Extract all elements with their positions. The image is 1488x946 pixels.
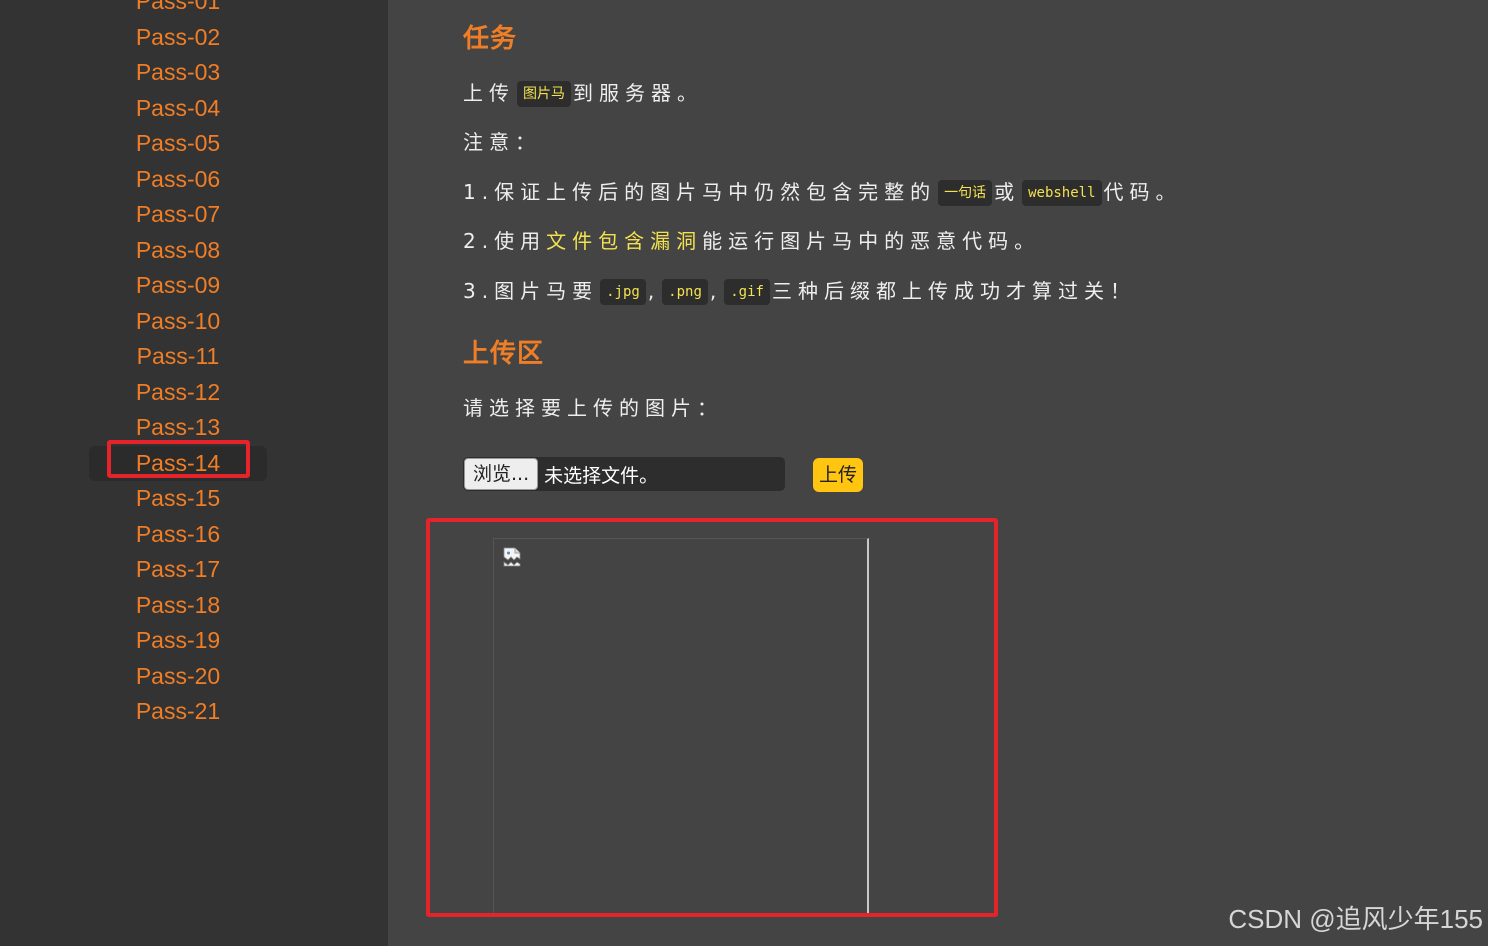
sidebar-item-label: Pass-03 bbox=[135, 59, 221, 85]
note3-sep-1: , bbox=[647, 279, 661, 303]
sidebar-item-label: Pass-17 bbox=[135, 556, 221, 582]
note1-or: 或 bbox=[994, 180, 1021, 204]
note3-prefix: 3.图片马要 bbox=[463, 279, 599, 303]
sidebar-item-label: Pass-10 bbox=[135, 307, 221, 334]
note-line-1: 1.保证上传后的图片马中仍然包含完整的 一句话或 webshell 代码。 bbox=[463, 177, 1182, 207]
code-jpg: .jpg bbox=[600, 279, 646, 305]
csdn-watermark: CSDN @追风少年155 bbox=[1228, 904, 1483, 934]
note1-suffix: 代码。 bbox=[1103, 180, 1182, 204]
sidebar-item-pass-05[interactable]: Pass-05 bbox=[0, 126, 388, 162]
sidebar-item-label: Pass-02 bbox=[135, 23, 221, 50]
sidebar-item-label: Pass-13 bbox=[135, 414, 221, 440]
sidebar-item-pass-11[interactable]: Pass-11 bbox=[0, 339, 388, 375]
sidebar-item-pass-09[interactable]: Pass-09 bbox=[0, 268, 388, 304]
upload-button[interactable]: 上传 bbox=[813, 458, 864, 492]
sidebar-item-label: Pass-11 bbox=[136, 343, 220, 369]
uploaded-image-preview bbox=[493, 538, 869, 914]
pass-nav-list: Pass-01 Pass-02 Pass-03 Pass-04 Pass-05 Pass-… bbox=[0, 0, 388, 730]
sidebar-item-pass-16[interactable]: Pass-16 bbox=[0, 517, 388, 553]
sidebar-item-pass-21[interactable]: Pass-21 bbox=[0, 694, 388, 730]
note2-suffix: 能运行图片马中的恶意代码。 bbox=[702, 229, 1041, 253]
sidebar-item-pass-06[interactable]: Pass-06 bbox=[0, 162, 388, 198]
task-title: 任务 bbox=[463, 24, 518, 54]
file-input[interactable]: 浏览... 未选择文件。 bbox=[463, 457, 785, 491]
sidebar-item-pass-12[interactable]: Pass-12 bbox=[0, 375, 388, 411]
main-content: 任务 上传 图片马 到服务器。 注意： 1.保证上传后的图片马中仍然包含完整的 一句话… bbox=[388, 0, 1488, 946]
code-one-liner: 一句话 bbox=[938, 180, 993, 206]
sidebar-item-label: Pass-19 bbox=[135, 627, 221, 653]
broken-image-icon bbox=[503, 547, 521, 567]
code-webshell: webshell bbox=[1022, 180, 1102, 206]
note-line-3: 3.图片马要 .jpg, .png, .gif 三种后缀都上传成功才算过关！ bbox=[463, 276, 1136, 306]
sidebar-item-pass-10[interactable]: Pass-10 bbox=[0, 304, 388, 340]
upload-area-title: 上传区 bbox=[463, 339, 545, 369]
note3-suffix: 三种后缀都上传成功才算过关！ bbox=[771, 279, 1136, 303]
sidebar-item-pass-03[interactable]: Pass-03 bbox=[0, 55, 388, 91]
note-label: 注意： bbox=[463, 130, 541, 154]
sidebar-item-label: Pass-01 bbox=[135, 0, 221, 14]
no-file-selected-label: 未选择文件。 bbox=[544, 464, 659, 487]
note2-prefix: 2.使用 bbox=[463, 229, 547, 253]
sidebar-item-label: Pass-04 bbox=[135, 94, 221, 121]
note-line-2: 2.使用文件包含漏洞能运行图片马中的恶意代码。 bbox=[463, 226, 1040, 256]
sidebar-item-label: Pass-06 bbox=[135, 165, 221, 192]
code-png: .png bbox=[662, 279, 708, 305]
sidebar-item-pass-08[interactable]: Pass-08 bbox=[0, 233, 388, 269]
task-line1-suffix: 到服务器。 bbox=[573, 81, 703, 105]
sidebar-item-label: Pass-21 bbox=[135, 698, 221, 724]
sidebar-item-pass-18[interactable]: Pass-18 bbox=[0, 588, 388, 624]
sidebar-item-label: Pass-18 bbox=[135, 591, 221, 618]
task-line-upload: 上传 图片马 到服务器。 bbox=[463, 78, 703, 108]
sidebar-item-label: Pass-07 bbox=[135, 201, 221, 227]
sidebar-item-label: Pass-14 bbox=[89, 445, 267, 481]
sidebar-item-pass-20[interactable]: Pass-20 bbox=[0, 659, 388, 695]
upload-prompt: 请选择要上传的图片： bbox=[463, 396, 723, 420]
sidebar-item-label: Pass-20 bbox=[135, 662, 221, 689]
browse-button[interactable]: 浏览... bbox=[464, 458, 539, 490]
sidebar-item-label: Pass-05 bbox=[135, 130, 221, 156]
sidebar-item-label: Pass-16 bbox=[135, 520, 221, 547]
note3-sep-2: , bbox=[709, 279, 723, 303]
sidebar-item-label: Pass-12 bbox=[135, 378, 221, 405]
sidebar-item-pass-02[interactable]: Pass-02 bbox=[0, 20, 388, 56]
sidebar-item-pass-15[interactable]: Pass-15 bbox=[0, 481, 388, 517]
sidebar: Pass-01 Pass-02 Pass-03 Pass-04 Pass-05 Pass-… bbox=[0, 0, 388, 946]
sidebar-item-label: Pass-08 bbox=[135, 236, 221, 263]
sidebar-item-pass-17[interactable]: Pass-17 bbox=[0, 552, 388, 588]
file-inclusion-highlight: 文件包含漏洞 bbox=[546, 229, 703, 253]
code-gif: .gif bbox=[724, 279, 770, 305]
sidebar-item-pass-01[interactable]: Pass-01 bbox=[0, 0, 388, 20]
sidebar-item-pass-19[interactable]: Pass-19 bbox=[0, 623, 388, 659]
note1-prefix: 1.保证上传后的图片马中仍然包含完整的 bbox=[463, 180, 937, 204]
sidebar-item-pass-14[interactable]: Pass-14 bbox=[0, 445, 388, 481]
sidebar-item-pass-04[interactable]: Pass-04 bbox=[0, 91, 388, 127]
code-image-trojan: 图片马 bbox=[517, 81, 571, 107]
task-line1-prefix: 上传 bbox=[463, 81, 515, 105]
sidebar-item-label: Pass-15 bbox=[135, 485, 221, 511]
sidebar-item-pass-13[interactable]: Pass-13 bbox=[0, 410, 388, 446]
sidebar-item-label: Pass-09 bbox=[135, 272, 221, 298]
sidebar-item-pass-07[interactable]: Pass-07 bbox=[0, 197, 388, 233]
